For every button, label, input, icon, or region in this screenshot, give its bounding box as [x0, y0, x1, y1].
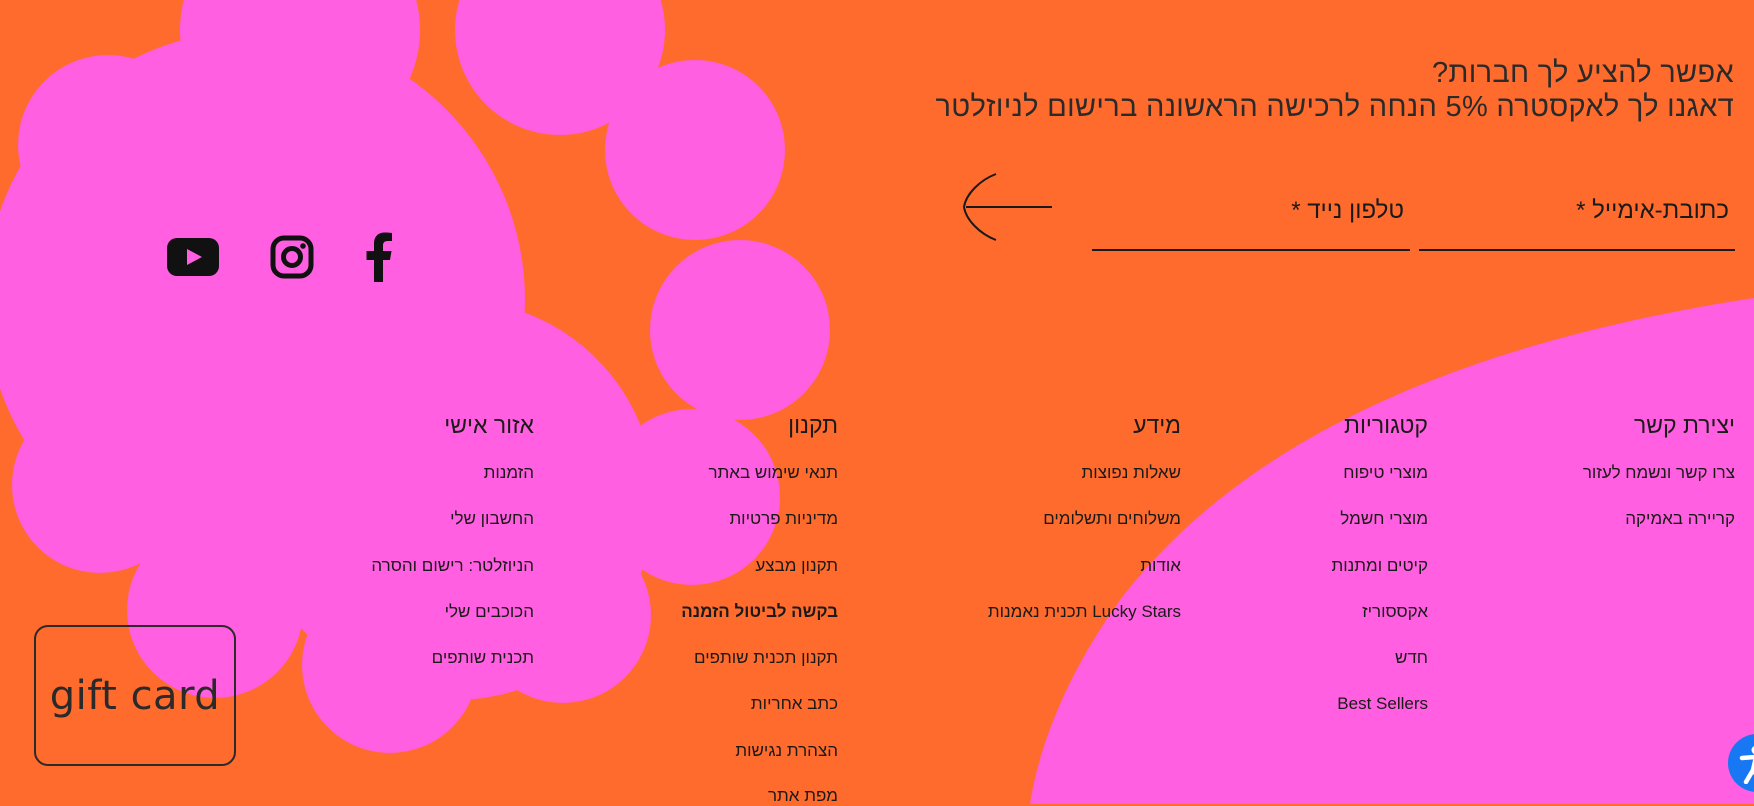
footer-link[interactable]: צרו קשר ונשמח לעזור — [1583, 463, 1735, 483]
footer-link-new[interactable]: חדש — [1395, 648, 1428, 667]
footer-link-shipping[interactable]: משלוחים ותשלומים — [1043, 509, 1181, 528]
footer-link-orders[interactable]: הזמנות — [484, 463, 534, 482]
footer-link[interactable]: הכוכבים שלי — [445, 602, 534, 622]
footer-column-account: אזור אישי הזמנות החשבון שלי הניוזלטר: רי… — [444, 410, 534, 440]
footer-link-careers[interactable]: קריירה באמיקה — [1625, 509, 1735, 528]
email-field[interactable]: כתובת-אימייל * — [1419, 196, 1735, 251]
footer-link[interactable]: הזמנות — [484, 463, 534, 483]
footer-link-bestsellers[interactable]: Best Sellers — [1337, 694, 1428, 713]
footer-column-contact: יצירת קשר צרו קשר ונשמח לעזור קריירה באמ… — [1634, 410, 1735, 440]
footer-link[interactable]: תכנית שותפים — [432, 648, 534, 668]
phone-field[interactable]: טלפון נייד * — [1092, 196, 1410, 251]
footer-link-terms-of-use[interactable]: תנאי שימוש באתר — [708, 463, 838, 482]
footer-link[interactable]: משלוחים ותשלומים — [1043, 509, 1181, 529]
footer-link-accessibility[interactable]: הצהרת נגישות — [735, 741, 838, 760]
footer-link[interactable]: אודות — [1140, 556, 1181, 576]
footer-column-info: מידע שאלות נפוצות משלוחים ותשלומים אודות… — [1133, 410, 1181, 440]
footer-link-kits[interactable]: קיטים ומתנות — [1332, 556, 1429, 575]
footer-link[interactable]: כתב אחריות — [751, 694, 838, 714]
footer-column-title: תקנון — [788, 410, 838, 440]
footer-link-care[interactable]: מוצרי טיפוח — [1343, 463, 1428, 482]
footer-link[interactable]: בקשה לביטול הזמנה — [681, 602, 838, 622]
newsletter-heading: אפשר להציע לך חברות? — [936, 56, 1735, 90]
footer-link[interactable]: מוצרי חשמל — [1340, 509, 1428, 529]
footer-link[interactable]: מפת אתר — [768, 786, 838, 806]
phone-underline — [1092, 249, 1410, 251]
footer-link[interactable]: מדיניות פרטיות — [729, 509, 838, 529]
footer-link[interactable]: מוצרי טיפוח — [1343, 463, 1428, 483]
accessibility-icon — [1734, 744, 1754, 784]
footer-column-title: יצירת קשר — [1634, 410, 1735, 440]
footer-link-cancel-order[interactable]: בקשה לביטול הזמנה — [681, 602, 838, 621]
footer-link-sitemap[interactable]: מפת אתר — [768, 786, 838, 805]
footer-link-warranty[interactable]: כתב אחריות — [751, 694, 838, 713]
footer-link-affiliate-terms[interactable]: תקנון תכנית שותפים — [694, 648, 838, 667]
footer-link-electric[interactable]: מוצרי חשמל — [1340, 509, 1428, 528]
footer-link[interactable]: תקנון תכנית שותפים — [694, 648, 838, 668]
footer-link[interactable]: אקססוריז — [1362, 602, 1428, 622]
footer-column-title: קטגוריות — [1344, 410, 1428, 440]
footer-column-categories: קטגוריות מוצרי טיפוח מוצרי חשמל קיטים ומ… — [1344, 410, 1428, 440]
footer-link-faq[interactable]: שאלות נפוצות — [1082, 463, 1181, 482]
footer-link-accessories[interactable]: אקססוריז — [1362, 602, 1428, 621]
instagram-icon[interactable] — [270, 235, 314, 279]
youtube-icon[interactable] — [167, 238, 219, 276]
gift-card-button[interactable]: gift card — [34, 625, 236, 766]
footer-link[interactable]: החשבון שלי — [450, 509, 534, 529]
footer-link-about[interactable]: אודות — [1140, 556, 1181, 575]
footer-link[interactable]: Best Sellers — [1337, 694, 1428, 714]
footer-link[interactable]: קיטים ומתנות — [1332, 556, 1429, 576]
footer-link-my-account[interactable]: החשבון שלי — [450, 509, 534, 528]
footer-column-title: אזור אישי — [444, 410, 534, 440]
footer-link[interactable]: חדש — [1395, 648, 1428, 668]
footer-link[interactable]: Lucky Stars תכנית נאמנות — [988, 602, 1181, 622]
footer-link[interactable]: הצהרת נגישות — [735, 741, 838, 761]
footer-link-newsletter[interactable]: הניוזלטר: רישום והסרה — [371, 556, 534, 575]
submit-arrow-icon[interactable] — [960, 170, 1054, 242]
footer-link-contact[interactable]: צרו קשר ונשמח לעזור — [1583, 463, 1735, 482]
footer-link-loyalty[interactable]: Lucky Stars תכנית נאמנות — [988, 602, 1181, 621]
footer-link[interactable]: תנאי שימוש באתר — [708, 463, 838, 483]
facebook-icon[interactable] — [366, 232, 392, 282]
email-underline — [1419, 249, 1735, 251]
newsletter-subheading: דאגנו לך לאקסטרה 5% הנחה לרכישה הראשונה … — [936, 90, 1735, 124]
footer-link[interactable]: שאלות נפוצות — [1082, 463, 1181, 483]
footer-link[interactable]: הניוזלטר: רישום והסרה — [371, 556, 534, 576]
footer-link-promo-terms[interactable]: תקנון מבצע — [755, 556, 838, 575]
footer-column-terms: תקנון תנאי שימוש באתר מדיניות פרטיות תקנ… — [788, 410, 838, 440]
footer-link[interactable]: קריירה באמיקה — [1625, 509, 1735, 529]
footer-link-affiliate[interactable]: תכנית שותפים — [432, 648, 534, 667]
footer-link-privacy[interactable]: מדיניות פרטיות — [729, 509, 838, 528]
footer-link-my-stars[interactable]: הכוכבים שלי — [445, 602, 534, 621]
footer-link[interactable]: תקנון מבצע — [755, 556, 838, 576]
newsletter-section: אפשר להציע לך חברות? דאגנו לך לאקסטרה 5%… — [936, 56, 1735, 124]
footer-column-title: מידע — [1133, 410, 1181, 440]
